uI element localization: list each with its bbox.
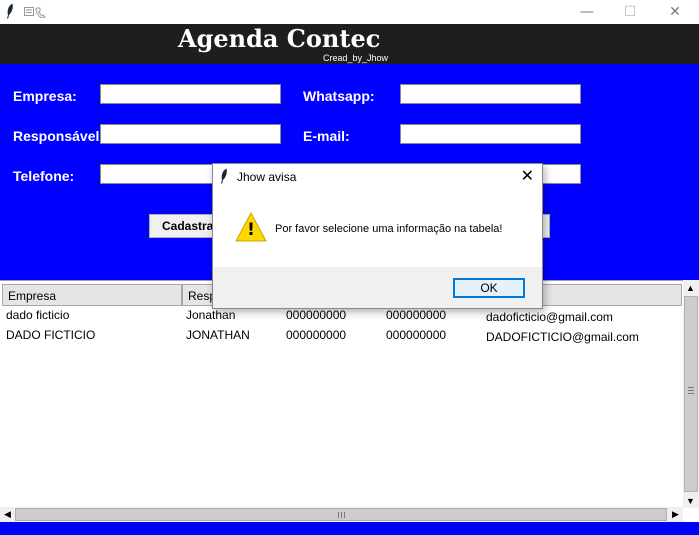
cell-responsavel: JONATHAN — [186, 328, 250, 342]
cell-email: DADOFICTICIO@gmail.com — [486, 330, 639, 344]
scroll-right-icon[interactable]: ▶ — [668, 507, 683, 522]
feather-icon — [7, 3, 13, 19]
cell-empresa: DADO FICTICIO — [6, 328, 96, 342]
scroll-up-icon[interactable]: ▲ — [683, 280, 698, 295]
vertical-scroll-thumb[interactable] — [684, 296, 698, 492]
warning-glyph: ! — [247, 220, 255, 240]
app-icon — [24, 7, 46, 18]
minimize-button[interactable]: — — [565, 0, 609, 24]
app-subtitle: Cread_by_Jhow — [323, 53, 389, 63]
empresa-label: Empresa: — [13, 88, 77, 104]
cell-responsavel: Jonathan — [186, 308, 236, 322]
app-title: Agenda Contec — [178, 24, 381, 53]
responsavel-input[interactable] — [100, 124, 281, 144]
warning-icon: ! — [235, 211, 267, 243]
scroll-left-icon[interactable]: ◀ — [0, 507, 15, 522]
scroll-down-icon[interactable]: ▼ — [683, 493, 698, 508]
close-window-button[interactable]: ✕ — [653, 0, 697, 24]
cell-telefone: 000000000 — [286, 328, 347, 342]
cell-empresa: dado ficticio — [6, 308, 70, 322]
column-header-empresa[interactable]: Empresa — [2, 284, 182, 306]
app-header: Agenda Contec Cread_by_Jhow — [0, 24, 699, 64]
whatsapp-input[interactable] — [400, 84, 581, 104]
responsavel-label: Responsável: — [13, 128, 105, 144]
cell-whatsapp: 000000000 — [386, 328, 447, 342]
horizontal-scrollbar[interactable]: ◀ ▶ — [0, 507, 683, 522]
dialog-title: Jhow avisa — [237, 170, 297, 184]
feather-icon — [221, 168, 227, 184]
empresa-input[interactable] — [100, 84, 281, 104]
window-titlebar: — ☐ ✕ — [0, 0, 699, 24]
cell-email: dadoficticio@gmail.com — [486, 310, 613, 324]
cell-telefone: 000000000 — [286, 308, 347, 322]
cell-whatsapp: 000000000 — [386, 308, 447, 322]
dialog-footer: OK — [213, 267, 542, 308]
horizontal-scroll-thumb[interactable] — [15, 508, 667, 521]
whatsapp-label: Whatsapp: — [303, 88, 375, 104]
warning-dialog: Jhow avisa ✕ ! Por favor selecione uma i… — [212, 163, 543, 309]
ok-button[interactable]: OK — [453, 278, 525, 298]
email-input[interactable] — [400, 124, 581, 144]
email-label: E-mail: — [303, 128, 350, 144]
contacts-table: Empresa Resp dado ficticio Jonathan 0000… — [0, 280, 699, 522]
telefone-label: Telefone: — [13, 168, 75, 184]
vertical-scrollbar[interactable]: ▲ ▼ — [683, 280, 699, 508]
maximize-button[interactable]: ☐ — [608, 0, 652, 24]
bottom-band — [0, 522, 699, 535]
dialog-message: Por favor selecione uma informação na ta… — [275, 223, 503, 235]
dialog-close-icon[interactable]: ✕ — [521, 166, 534, 185]
